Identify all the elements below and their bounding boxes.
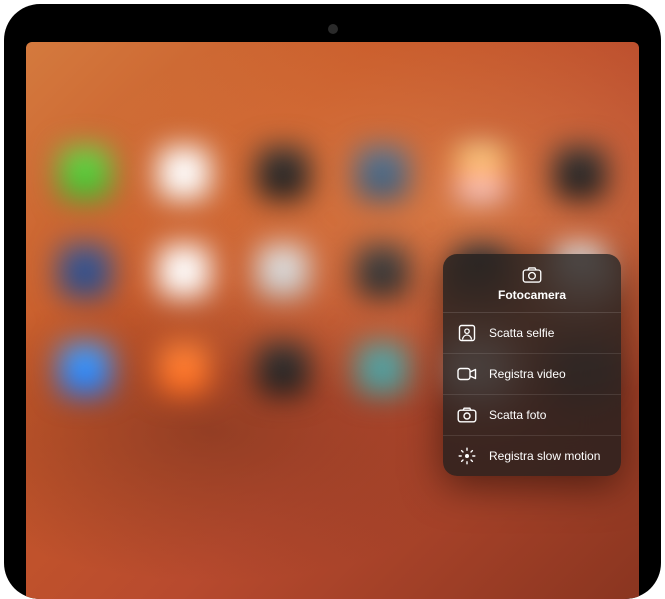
app-icon[interactable]	[257, 147, 309, 199]
app-icon[interactable]	[257, 343, 309, 395]
app-icon[interactable]	[59, 245, 111, 297]
menu-header: Fotocamera	[443, 254, 621, 313]
app-icon[interactable]	[59, 343, 111, 395]
menu-item-photo[interactable]: Scatta foto	[443, 395, 621, 436]
app-icon[interactable]	[158, 245, 210, 297]
video-icon	[457, 364, 477, 384]
app-icon[interactable]	[356, 245, 408, 297]
menu-item-label: Registra video	[489, 367, 566, 381]
app-icon[interactable]	[257, 245, 309, 297]
menu-item-slowmo[interactable]: Registra slow motion	[443, 436, 621, 476]
camera-quick-actions-menu: Fotocamera Scatta selfie	[443, 254, 621, 476]
device-bezel: Fotocamera Scatta selfie	[4, 4, 661, 599]
device-frame: Fotocamera Scatta selfie	[0, 0, 665, 599]
app-icon[interactable]	[455, 147, 507, 199]
slowmo-icon	[457, 446, 477, 466]
front-camera-dot	[328, 24, 338, 34]
selfie-icon	[457, 323, 477, 343]
app-icon[interactable]	[59, 147, 111, 199]
app-icon[interactable]	[158, 147, 210, 199]
app-icon[interactable]	[356, 343, 408, 395]
menu-item-selfie[interactable]: Scatta selfie	[443, 313, 621, 354]
menu-item-label: Scatta selfie	[489, 326, 554, 340]
screen: Fotocamera Scatta selfie	[26, 42, 639, 599]
camera-icon	[522, 268, 542, 288]
app-icon[interactable]	[356, 147, 408, 199]
menu-title: Fotocamera	[498, 288, 566, 302]
menu-item-label: Scatta foto	[489, 408, 546, 422]
app-icon[interactable]	[554, 147, 606, 199]
photo-icon	[457, 405, 477, 425]
app-icon[interactable]	[158, 343, 210, 395]
menu-item-video[interactable]: Registra video	[443, 354, 621, 395]
menu-item-label: Registra slow motion	[489, 449, 600, 463]
